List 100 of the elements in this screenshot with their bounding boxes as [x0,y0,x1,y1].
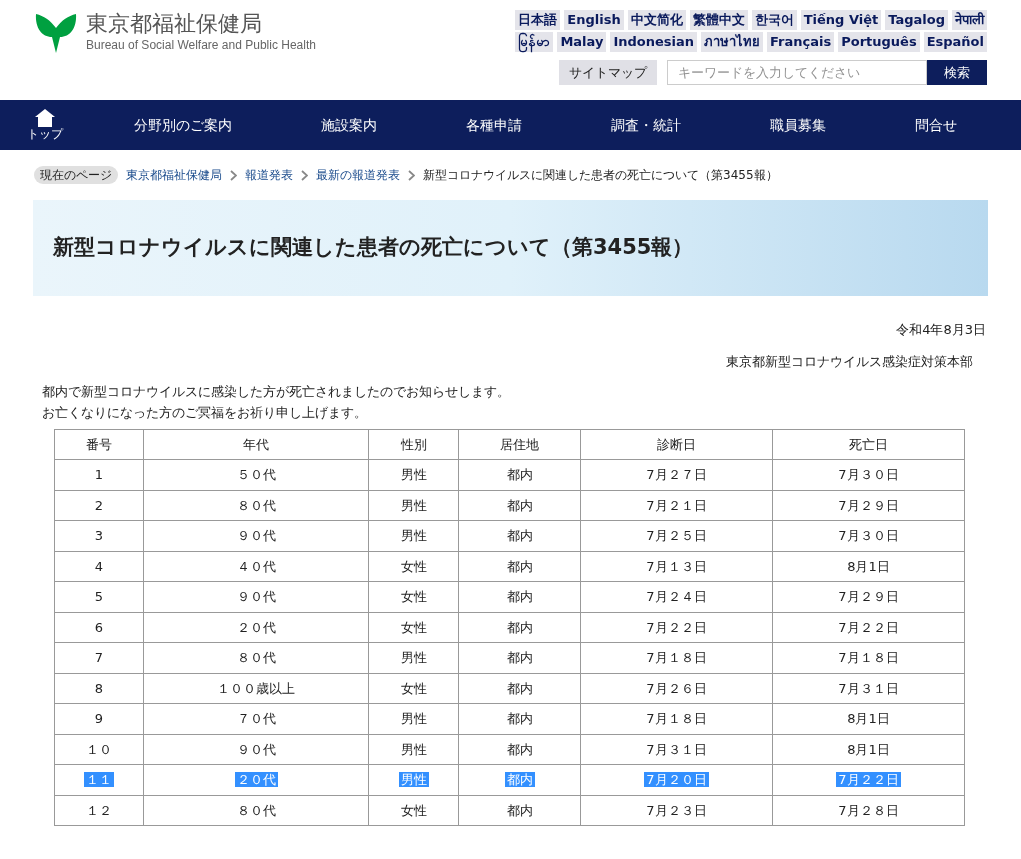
nav-link[interactable]: 職員募集 [769,114,826,136]
table-cell: 7月２５日 [646,528,707,543]
table-cell: 9 [94,711,104,726]
table-cell: ５０代 [236,467,276,482]
table-cell: 都内 [506,558,533,574]
table-cell: ９０代 [236,741,276,757]
table-cell: ９０代 [236,528,276,543]
breadcrumb-link[interactable]: 最新の報道発表 [316,166,400,184]
table-cell: 都内 [504,772,535,787]
table-cell: 男性 [400,528,427,543]
table-cell: １１ [84,772,114,787]
search-field[interactable]: キーワードを入力してください [667,60,927,85]
table-cell: 7月２２日 [836,772,901,787]
home-link[interactable]: トップ [0,109,90,141]
column-header: 死亡日 [772,429,965,460]
column-header: 年代 [143,429,369,460]
table-cell: 7月３１日 [646,741,707,757]
table-cell: ２０代 [234,772,278,787]
release-date: 令和4年8月3日 [896,321,986,339]
table-cell: 5 [94,589,104,604]
language-link[interactable]: English [564,10,624,30]
language-link[interactable]: 中文简化 [627,10,686,30]
table-cell: 都内 [506,497,533,513]
column-header: 居住地 [458,429,581,460]
table-cell: 都内 [506,650,533,665]
table-cell: 2 [94,497,104,513]
language-link[interactable]: Malay [557,32,607,52]
language-link[interactable]: Tiếng Việt [800,10,882,30]
table-cell: 女性 [400,589,427,604]
table-cell: 7月２９日 [838,497,899,513]
table-cell: 8月1日 [847,711,890,726]
table-cell: 都内 [506,589,533,604]
table-cell: 7月２８日 [838,802,899,818]
breadcrumb-link[interactable]: 報道発表 [245,166,293,184]
breadcrumb-link[interactable]: 東京都福祉保健局 [126,166,222,184]
column-header: 性別 [368,429,459,460]
table-cell: 7月２９日 [838,589,899,604]
table-cell: 男性 [400,497,427,513]
nav-link[interactable]: 各種申請 [466,114,523,136]
table-cell: 都内 [506,528,533,543]
table-cell: 7月２２日 [838,619,899,635]
table-cell: 都内 [506,802,533,818]
table-cell: 都内 [506,741,533,757]
table-cell: ８０代 [236,497,276,513]
language-link[interactable]: नेपाली [952,10,987,30]
table-cell: 6 [94,619,104,635]
table-cell: 7月２３日 [646,802,707,818]
table-cell: 男性 [400,467,427,482]
issuer: 東京都新型コロナウイルス感染症対策本部 [726,352,973,371]
table-cell: 7月２６日 [646,680,707,696]
chevron-icon [301,169,308,181]
language-link[interactable]: Tagalog [885,10,948,30]
table-cell: ７０代 [236,711,276,726]
table-cell: ２０代 [236,619,276,635]
language-link[interactable]: မြန်မာ [515,32,554,52]
language-link[interactable]: Français [767,32,835,52]
table-cell: 4 [94,558,104,574]
language-link[interactable]: Indonesian [610,32,697,52]
table-cell: ９０代 [236,589,276,604]
table-cell: 7月２４日 [646,589,707,604]
notice-text: 都内で新型コロナウイルスに感染した方が死亡されましたのでお知らせします。 [42,383,511,401]
table-cell: 7月２２日 [646,619,707,635]
page-heading: 新型コロナウイルスに関連した患者の死亡について（第3455報） [53,234,694,262]
site-subtitle: Bureau of Social Welfare and Public Health [86,38,316,52]
nav-link[interactable]: 分野別のご案内 [134,114,233,136]
table-cell: 女性 [400,680,427,696]
table-cell: １００歳以上 [217,680,295,696]
language-link[interactable]: 한국어 [751,10,797,30]
table-cell: 1 [94,467,104,482]
table-cell: 都内 [506,680,533,696]
breadcrumb-label: 現在のページ [34,166,118,184]
table-cell: 7月３１日 [838,680,899,696]
table-cell: 7月２１日 [646,497,707,513]
language-link[interactable]: ภาษาไทย [701,32,763,52]
table-cell: 7月３０日 [838,467,899,482]
nav-link[interactable]: 調査・統計 [610,114,681,136]
table-cell: ８０代 [236,802,276,818]
table-cell: 男性 [400,711,427,726]
house-icon [35,109,55,127]
table-cell: 3 [94,528,104,543]
table-cell: 男性 [400,650,427,665]
table-cell: 7 [94,650,104,665]
nav-link[interactable]: 問合せ [914,114,957,136]
table-cell: 男性 [398,772,429,787]
language-link[interactable]: Español [923,32,987,52]
table-cell: 都内 [506,711,533,726]
nav-link[interactable]: 施設案内 [321,114,378,136]
table-cell: 男性 [400,741,427,757]
breadcrumb-current: 新型コロナウイルスに関連した患者の死亡について（第3455報） [423,167,778,184]
language-link[interactable]: 繁體中文 [689,10,748,30]
search-button[interactable]: 検索 [927,60,987,85]
table-cell: 8 [94,680,104,696]
language-link[interactable]: Português [838,32,920,52]
table-cell: 7月１３日 [646,558,707,574]
chevron-icon [230,169,237,181]
table-cell: 8月1日 [847,741,890,757]
language-link[interactable]: 日本語 [515,10,561,30]
table-cell: 7月１８日 [838,650,899,665]
sitemap-button[interactable]: サイトマップ [559,60,657,85]
table-cell: 都内 [506,467,533,482]
